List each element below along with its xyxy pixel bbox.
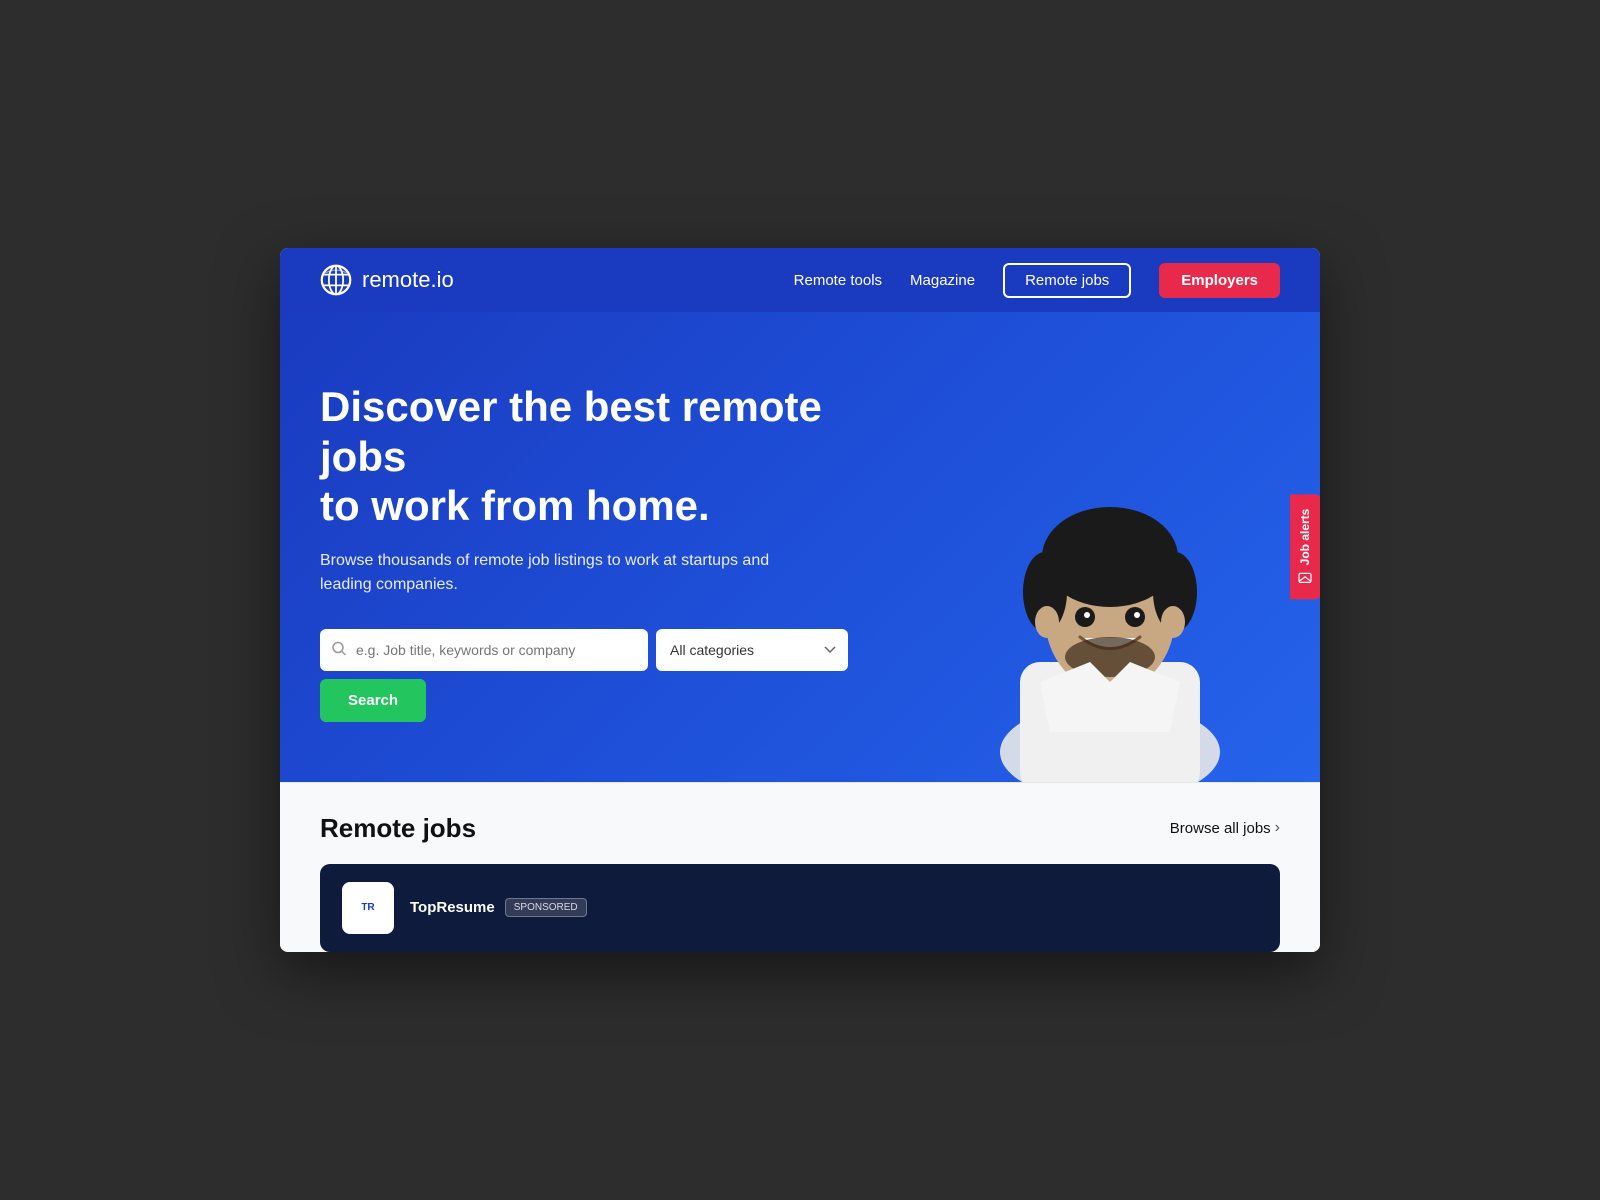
sponsored-job-card[interactable]: TR TopResume SPONSORED <box>320 864 1280 952</box>
search-input-wrapper <box>320 629 648 671</box>
remote-jobs-button[interactable]: Remote jobs <box>1003 263 1131 298</box>
company-logo: TR <box>342 882 394 934</box>
search-bar: All categories Software Development Desi… <box>320 629 848 722</box>
nav-links: Remote tools Magazine Remote jobs Employ… <box>794 263 1280 298</box>
logo[interactable]: remote.io <box>320 264 454 296</box>
nav-remote-tools[interactable]: Remote tools <box>794 272 882 289</box>
browse-all-jobs-link[interactable]: Browse all jobs › <box>1170 819 1280 837</box>
nav-magazine[interactable]: Magazine <box>910 272 975 289</box>
jobs-section-title: Remote jobs <box>320 813 476 844</box>
sponsored-badge: SPONSORED <box>505 898 587 917</box>
company-logo-text: TR <box>361 902 374 913</box>
hero-person-image <box>940 442 1280 782</box>
browse-all-label: Browse all jobs <box>1170 820 1271 837</box>
logo-wordmark: remote.io <box>362 267 454 293</box>
company-name-row: TopResume SPONSORED <box>410 898 587 917</box>
job-card-details: TopResume SPONSORED <box>410 898 587 917</box>
hero-content: Discover the best remote jobsto work fro… <box>320 372 848 722</box>
category-select[interactable]: All categories Software Development Desi… <box>656 629 848 671</box>
search-input[interactable] <box>320 629 648 671</box>
job-alerts-label: Job alerts <box>1298 509 1312 566</box>
jobs-section: Remote jobs Browse all jobs › TR TopResu… <box>280 782 1320 952</box>
globe-icon <box>320 264 352 296</box>
chevron-right-icon: › <box>1275 819 1280 837</box>
employers-button[interactable]: Employers <box>1159 263 1280 298</box>
company-name: TopResume <box>410 899 495 916</box>
hero-title: Discover the best remote jobsto work fro… <box>320 382 848 531</box>
person-svg <box>960 462 1260 782</box>
jobs-header: Remote jobs Browse all jobs › <box>320 813 1280 844</box>
hero-subtitle: Browse thousands of remote job listings … <box>320 549 820 597</box>
navbar: remote.io Remote tools Magazine Remote j… <box>280 248 1320 312</box>
mail-icon <box>1298 571 1312 585</box>
job-alerts-tab[interactable]: Job alerts <box>1290 495 1320 600</box>
search-button[interactable]: Search <box>320 679 426 722</box>
search-icon <box>332 641 346 658</box>
hero-section: Discover the best remote jobsto work fro… <box>280 312 1320 782</box>
browser-window: remote.io Remote tools Magazine Remote j… <box>280 248 1320 952</box>
